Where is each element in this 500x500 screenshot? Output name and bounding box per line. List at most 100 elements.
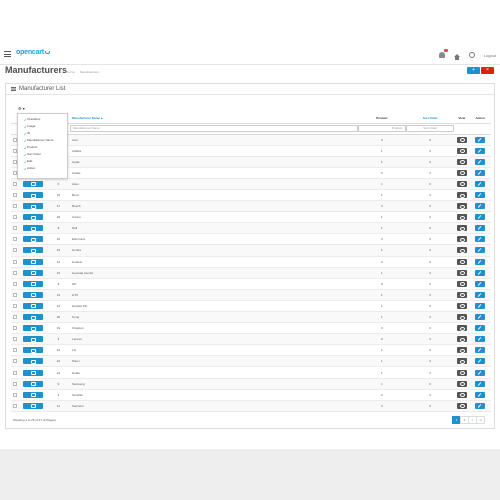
edit-button[interactable] bbox=[475, 214, 486, 221]
image-button[interactable] bbox=[22, 347, 43, 354]
bell-icon[interactable] bbox=[438, 49, 448, 58]
column-menu-item[interactable]: ✔ Product bbox=[18, 144, 67, 151]
view-button[interactable] bbox=[456, 136, 467, 143]
home-icon[interactable] bbox=[453, 53, 460, 60]
column-menu-item[interactable]: ✔ ID bbox=[18, 130, 67, 137]
product-header[interactable]: Product bbox=[357, 113, 407, 124]
image-button[interactable] bbox=[22, 358, 43, 365]
image-button[interactable] bbox=[22, 302, 43, 309]
view-button[interactable] bbox=[456, 325, 467, 332]
edit-button[interactable] bbox=[475, 136, 486, 143]
view-button[interactable] bbox=[456, 314, 467, 321]
row-checkbox[interactable] bbox=[13, 204, 17, 209]
image-button[interactable] bbox=[22, 203, 43, 210]
row-checkbox[interactable] bbox=[13, 337, 17, 342]
image-button[interactable] bbox=[22, 336, 43, 343]
row-checkbox[interactable] bbox=[13, 193, 17, 198]
image-button[interactable] bbox=[22, 391, 43, 398]
row-checkbox[interactable] bbox=[13, 326, 17, 331]
column-menu-item[interactable]: ✔ Checkbox bbox=[18, 116, 67, 123]
view-button[interactable] bbox=[456, 236, 467, 243]
image-button[interactable] bbox=[22, 225, 43, 232]
sort-order-filter[interactable]: Sort Order bbox=[406, 125, 455, 132]
edit-button[interactable] bbox=[475, 380, 486, 387]
row-checkbox[interactable] bbox=[13, 259, 17, 264]
image-button[interactable] bbox=[22, 192, 43, 199]
view-button[interactable] bbox=[456, 302, 467, 309]
page-link[interactable]: >| bbox=[476, 416, 485, 424]
edit-button[interactable] bbox=[475, 336, 486, 343]
edit-button[interactable] bbox=[475, 391, 486, 398]
view-button[interactable] bbox=[456, 358, 467, 365]
view-button[interactable] bbox=[456, 347, 467, 354]
view-button[interactable] bbox=[456, 192, 467, 199]
manufacturer-name-filter[interactable]: Manufacturer Name bbox=[70, 125, 358, 132]
column-toggle-button[interactable]: ⚙ ▾ bbox=[18, 106, 25, 111]
view-button[interactable] bbox=[456, 247, 467, 254]
edit-button[interactable] bbox=[475, 325, 486, 332]
image-button[interactable] bbox=[22, 236, 43, 243]
view-button[interactable] bbox=[456, 225, 467, 232]
row-checkbox[interactable] bbox=[13, 226, 17, 231]
edit-button[interactable] bbox=[475, 314, 486, 321]
view-button[interactable] bbox=[456, 214, 467, 221]
column-menu-item[interactable]: ✔ Image bbox=[18, 123, 67, 130]
column-menu-item[interactable]: ✔ Action bbox=[18, 165, 67, 172]
logout-link[interactable]: Logout bbox=[484, 53, 496, 58]
breadcrumb-current[interactable]: Manufacturers bbox=[80, 70, 99, 74]
breadcrumb-home[interactable]: Home bbox=[67, 70, 75, 74]
product-filter[interactable]: Product bbox=[357, 125, 407, 132]
image-button[interactable] bbox=[22, 247, 43, 254]
column-menu-item[interactable]: ✔ Edit bbox=[18, 158, 67, 165]
opencart-logo[interactable]: opencart bbox=[16, 49, 50, 56]
view-button[interactable] bbox=[456, 158, 467, 165]
view-button[interactable] bbox=[456, 180, 467, 187]
image-button[interactable] bbox=[22, 369, 43, 376]
delete-button[interactable]: × bbox=[481, 67, 494, 74]
row-checkbox[interactable] bbox=[13, 392, 17, 397]
edit-button[interactable] bbox=[475, 225, 486, 232]
view-button[interactable] bbox=[456, 291, 467, 298]
row-checkbox[interactable] bbox=[13, 181, 17, 186]
edit-button[interactable] bbox=[475, 147, 486, 154]
row-checkbox[interactable] bbox=[13, 348, 17, 353]
gear-icon[interactable] bbox=[468, 52, 475, 58]
edit-button[interactable] bbox=[475, 369, 486, 376]
view-button[interactable] bbox=[456, 336, 467, 343]
edit-button[interactable] bbox=[475, 258, 486, 265]
row-checkbox[interactable] bbox=[13, 215, 17, 220]
row-checkbox[interactable] bbox=[13, 303, 17, 308]
view-button[interactable] bbox=[456, 169, 467, 176]
image-button[interactable] bbox=[22, 180, 43, 187]
view-button[interactable] bbox=[456, 402, 467, 409]
view-button[interactable] bbox=[456, 380, 467, 387]
edit-button[interactable] bbox=[475, 358, 486, 365]
edit-button[interactable] bbox=[475, 158, 486, 165]
image-button[interactable] bbox=[22, 214, 43, 221]
image-button[interactable] bbox=[22, 314, 43, 321]
edit-button[interactable] bbox=[475, 192, 486, 199]
row-checkbox[interactable] bbox=[13, 381, 17, 386]
edit-button[interactable] bbox=[475, 302, 486, 309]
add-button[interactable]: + bbox=[467, 67, 480, 74]
edit-button[interactable] bbox=[475, 347, 486, 354]
edit-button[interactable] bbox=[475, 269, 486, 276]
column-menu-item[interactable]: ✔ Sort Order bbox=[18, 151, 67, 158]
edit-button[interactable] bbox=[475, 180, 486, 187]
row-checkbox[interactable] bbox=[13, 403, 17, 408]
image-button[interactable] bbox=[22, 291, 43, 298]
row-checkbox[interactable] bbox=[13, 270, 17, 275]
image-button[interactable] bbox=[22, 402, 43, 409]
manufacturer-name-header[interactable]: Manufacturer Name ▴ bbox=[70, 113, 358, 124]
view-button[interactable] bbox=[456, 258, 467, 265]
image-button[interactable] bbox=[22, 269, 43, 276]
row-checkbox[interactable] bbox=[13, 292, 17, 297]
image-button[interactable] bbox=[22, 258, 43, 265]
row-checkbox[interactable] bbox=[13, 315, 17, 320]
edit-button[interactable] bbox=[475, 247, 486, 254]
image-button[interactable] bbox=[22, 380, 43, 387]
view-button[interactable] bbox=[456, 280, 467, 287]
edit-button[interactable] bbox=[475, 291, 486, 298]
row-checkbox[interactable] bbox=[13, 370, 17, 375]
menu-toggle-icon[interactable] bbox=[4, 51, 11, 57]
